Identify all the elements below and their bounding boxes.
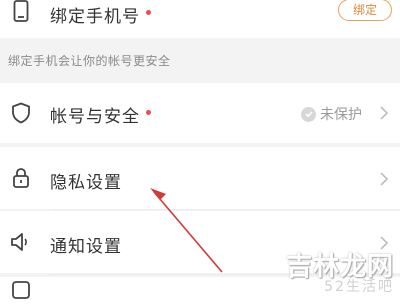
menu-item-account-security[interactable]: 帐号与安全 未保护: [0, 83, 400, 143]
protection-status: 未保护: [301, 104, 362, 124]
chevron-right-icon: [380, 106, 389, 120]
bind-button[interactable]: 绑定: [338, 0, 392, 21]
menu-icon: [10, 279, 32, 301]
check-circle-icon: [301, 106, 316, 122]
menu-item-privacy[interactable]: 隐私设置: [0, 147, 400, 209]
bind-hint-text: 绑定手机会让你的帐号更安全: [8, 54, 171, 68]
lock-icon: [10, 167, 32, 189]
shield-icon: [10, 102, 32, 124]
red-dot-badge: [146, 10, 151, 16]
protection-status-text: 未保护: [320, 107, 362, 123]
speaker-icon: [10, 231, 32, 253]
account-security-label: 帐号与安全: [50, 102, 151, 127]
phone-icon: [10, 0, 32, 22]
chevron-right-icon: [380, 172, 389, 186]
watermark-subtext: 52生活吧: [324, 279, 394, 295]
bind-phone-label: 绑定手机号: [50, 2, 151, 27]
privacy-label: 隐私设置: [50, 173, 122, 193]
divider: [50, 209, 400, 210]
red-dot-badge: [146, 110, 151, 116]
notifications-label: 通知设置: [50, 237, 122, 257]
bind-phone-row[interactable]: 绑定手机号 绑定: [0, 0, 400, 38]
